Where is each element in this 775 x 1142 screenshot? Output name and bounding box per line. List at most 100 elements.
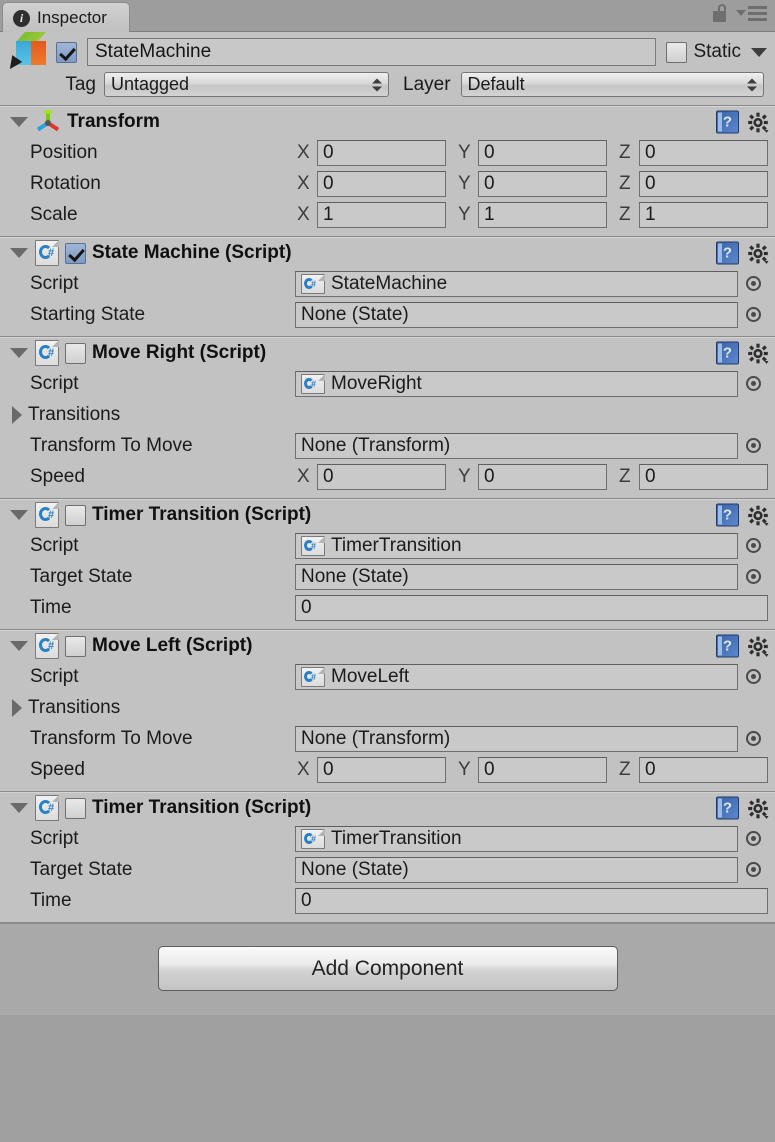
object-picker-icon[interactable]	[738, 376, 768, 391]
help-book-icon[interactable]: ?	[716, 241, 739, 265]
csharp-script-icon: #	[301, 373, 325, 394]
component-header-transform[interactable]: Transform?	[0, 107, 775, 137]
object-picker-icon[interactable]	[738, 569, 768, 584]
gear-icon[interactable]	[747, 111, 769, 133]
csharp-script-icon: #	[301, 666, 325, 687]
object-picker-icon[interactable]	[738, 669, 768, 684]
component-foldout-state-machine[interactable]	[10, 248, 28, 258]
object-field-move-right-2[interactable]: None (Transform)	[295, 432, 738, 459]
gear-icon[interactable]	[747, 342, 769, 364]
gear-icon[interactable]	[747, 797, 769, 819]
x-axis-input[interactable]: 0	[317, 463, 446, 490]
help-book-icon[interactable]: ?	[716, 341, 739, 365]
z-axis-label: Z	[619, 758, 631, 780]
text-input-timer-transition-1-2[interactable]: 0	[295, 594, 768, 621]
y-axis-input[interactable]: 0	[478, 170, 607, 197]
tag-label: Tag	[65, 73, 96, 95]
component-foldout-timer-transition-2[interactable]	[10, 803, 28, 813]
z-axis-input[interactable]: 0	[639, 139, 768, 166]
add-component-button[interactable]: Add Component	[157, 946, 618, 991]
property-row-transform-2: Scale X 1 Y 1 Z 1	[0, 199, 775, 230]
subfoldout-arrow-icon[interactable]	[12, 698, 22, 717]
tag-layer-row: Tag Untagged Layer Default	[8, 71, 767, 98]
z-axis-input[interactable]: 0	[639, 170, 768, 197]
object-field-timer-transition-1-0[interactable]: # TimerTransition	[295, 532, 738, 559]
gameobject-name-input[interactable]: StateMachine	[87, 38, 657, 66]
z-axis-input[interactable]: 0	[639, 756, 768, 783]
component-header-timer-transition-1[interactable]: # Timer Transition (Script)?	[0, 500, 775, 530]
object-field-timer-transition-2-0[interactable]: # TimerTransition	[295, 825, 738, 852]
object-picker-icon[interactable]	[738, 307, 768, 322]
z-axis-input[interactable]: 1	[639, 201, 768, 228]
y-axis-input[interactable]: 0	[478, 756, 607, 783]
static-label: Static	[693, 41, 741, 62]
component-tools-move-right: ?	[716, 341, 769, 365]
tag-dropdown[interactable]: Untagged	[104, 72, 389, 97]
object-field-move-left-0[interactable]: # MoveLeft	[295, 663, 738, 690]
y-axis-input[interactable]: 0	[478, 139, 607, 166]
object-field-state-machine-1[interactable]: None (State)	[295, 301, 738, 328]
component-tools-move-left: ?	[716, 634, 769, 658]
object-field-state-machine-0[interactable]: # StateMachine	[295, 270, 738, 297]
y-axis-input[interactable]: 0	[478, 463, 607, 490]
x-axis-input[interactable]: 0	[317, 170, 446, 197]
object-field-move-left-2[interactable]: None (Transform)	[295, 725, 738, 752]
component-header-timer-transition-2[interactable]: # Timer Transition (Script)?	[0, 793, 775, 823]
property-row-timer-transition-2-2: Time 0	[0, 885, 775, 916]
x-axis-input[interactable]: 1	[317, 201, 446, 228]
component-foldout-move-left[interactable]	[10, 641, 28, 651]
component-enabled-checkbox-move-left[interactable]	[65, 635, 86, 657]
static-dropdown-arrow-icon[interactable]	[751, 47, 767, 57]
gear-icon[interactable]	[747, 504, 769, 526]
csharp-script-icon: #	[35, 240, 59, 266]
property-row-timer-transition-1-0: Script # TimerTransition	[0, 530, 775, 561]
component-enabled-checkbox-timer-transition-2[interactable]	[65, 797, 86, 819]
info-icon: i	[13, 9, 30, 27]
lock-icon[interactable]	[713, 4, 728, 22]
object-picker-icon[interactable]	[738, 731, 768, 746]
object-field-move-right-0[interactable]: # MoveRight	[295, 370, 738, 397]
component-header-state-machine[interactable]: # State Machine (Script)?	[0, 238, 775, 268]
component-title-move-right: Move Right (Script)	[92, 342, 267, 363]
component-enabled-checkbox-state-machine[interactable]	[65, 242, 86, 264]
gameobject-active-checkbox[interactable]	[56, 41, 77, 63]
foldout-row-move-left-1[interactable]: Transitions	[0, 692, 775, 723]
subfoldout-arrow-icon[interactable]	[12, 405, 22, 424]
component-header-move-right[interactable]: # Move Right (Script)?	[0, 338, 775, 368]
property-label: Rotation	[30, 172, 101, 194]
component-enabled-checkbox-timer-transition-1[interactable]	[65, 504, 86, 526]
help-book-icon[interactable]: ?	[716, 796, 739, 820]
hamburger-menu-icon[interactable]	[736, 5, 767, 21]
help-book-icon[interactable]: ?	[716, 110, 739, 134]
component-foldout-timer-transition-1[interactable]	[10, 510, 28, 520]
gear-icon[interactable]	[747, 242, 769, 264]
gear-icon[interactable]	[747, 635, 769, 657]
object-picker-icon[interactable]	[738, 438, 768, 453]
component-tools-timer-transition-2: ?	[716, 796, 769, 820]
foldout-row-move-right-1[interactable]: Transitions	[0, 399, 775, 430]
help-book-icon[interactable]: ?	[716, 634, 739, 658]
component-foldout-move-right[interactable]	[10, 348, 28, 358]
object-field-timer-transition-2-1[interactable]: None (State)	[295, 856, 738, 883]
csharp-script-icon: #	[35, 795, 59, 821]
static-checkbox[interactable]	[666, 41, 688, 63]
component-foldout-transform[interactable]	[10, 117, 28, 127]
object-picker-icon[interactable]	[738, 276, 768, 291]
y-axis-input[interactable]: 1	[478, 201, 607, 228]
x-axis-label: X	[297, 172, 310, 194]
object-picker-icon[interactable]	[738, 862, 768, 877]
object-picker-icon[interactable]	[738, 831, 768, 846]
layer-dropdown[interactable]: Default	[460, 72, 764, 97]
z-axis-input[interactable]: 0	[639, 463, 768, 490]
tab-inspector[interactable]: i Inspector	[2, 2, 130, 33]
component-enabled-checkbox-move-right[interactable]	[65, 342, 86, 364]
component-header-move-left[interactable]: # Move Left (Script)?	[0, 631, 775, 661]
x-axis-input[interactable]: 0	[317, 139, 446, 166]
object-picker-icon[interactable]	[738, 538, 768, 553]
property-label: Script	[30, 665, 79, 687]
object-field-value: None (State)	[301, 858, 409, 880]
text-input-timer-transition-2-2[interactable]: 0	[295, 887, 768, 914]
x-axis-input[interactable]: 0	[317, 756, 446, 783]
help-book-icon[interactable]: ?	[716, 503, 739, 527]
object-field-timer-transition-1-1[interactable]: None (State)	[295, 563, 738, 590]
